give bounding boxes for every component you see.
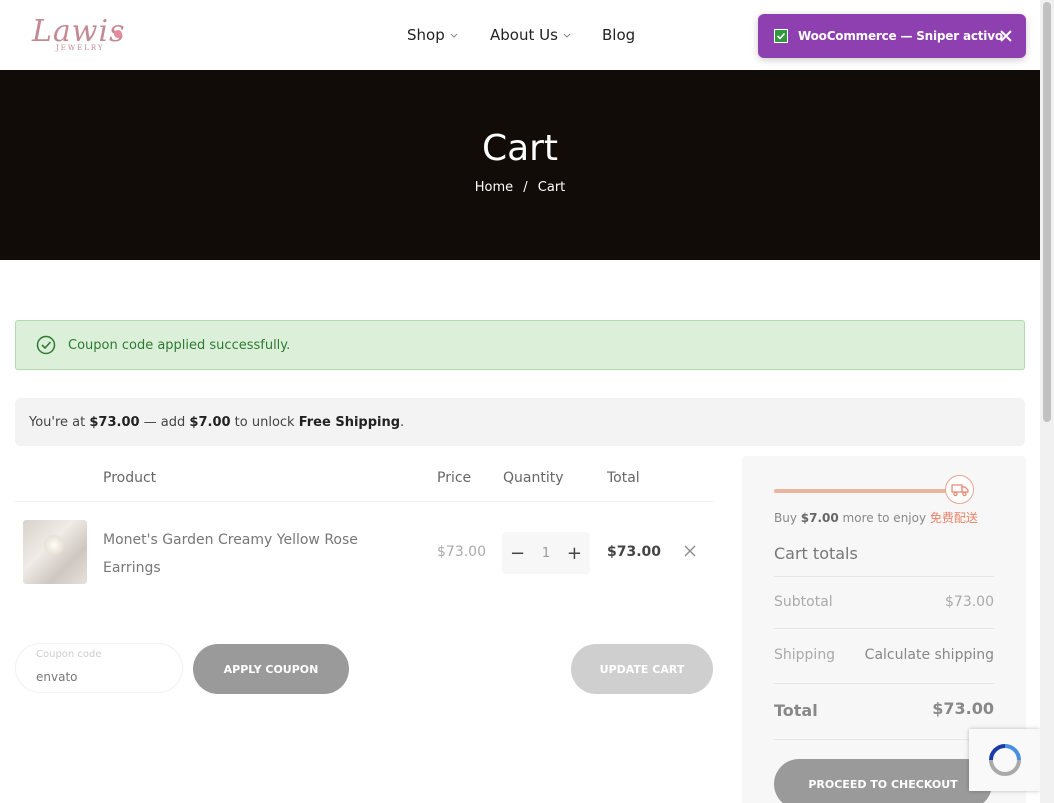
recaptcha-icon xyxy=(988,744,1021,776)
nav-item-blog[interactable]: Blog xyxy=(602,26,635,44)
free-shipping-bar: You're at $73.00 — add $7.00 to unlock F… xyxy=(15,398,1025,446)
coupon-placeholder: Coupon code xyxy=(36,649,102,660)
page-hero: Cart Home / Cart xyxy=(0,70,1040,260)
product-name-link[interactable]: Monet's Garden Creamy Yellow Rose Earrin… xyxy=(103,526,393,582)
subtotal-value: $73.00 xyxy=(945,594,994,610)
shipping-label: Shipping xyxy=(774,647,836,663)
buy-more-middle: more to enjoy xyxy=(838,511,930,525)
buy-more-prefix: Buy xyxy=(774,511,801,525)
logo-flower-icon xyxy=(114,30,122,38)
total-label: Total xyxy=(774,701,818,720)
column-header-price: Price xyxy=(437,470,472,486)
subtotal-label: Subtotal xyxy=(774,594,833,610)
free-shipping-label: 免费配送 xyxy=(929,511,978,525)
nav-item-shop[interactable]: Shop xyxy=(407,26,459,44)
cart-current-amount: $73.00 xyxy=(89,414,140,430)
free-shipping-suffix: to unlock xyxy=(230,414,299,430)
free-shipping-end: . xyxy=(400,414,405,430)
plugin-toast: WooCommerce — Sniper activo xyxy=(758,14,1026,58)
checkbox-checked-icon xyxy=(774,29,788,43)
coupon-value[interactable]: envato xyxy=(36,670,78,684)
notice-text: Coupon code applied successfully. xyxy=(68,337,291,353)
close-icon[interactable] xyxy=(998,28,1014,44)
nav-item-about-us[interactable]: About Us xyxy=(490,26,572,44)
divider xyxy=(774,683,994,684)
free-shipping-middle: — add xyxy=(139,414,190,430)
buy-more-text: Buy $7.00 more to enjoy 免费配送 xyxy=(774,509,978,526)
quantity-stepper[interactable]: − 1 + xyxy=(502,532,590,574)
breadcrumb: Home / Cart xyxy=(0,180,1040,195)
recaptcha-badge[interactable] xyxy=(969,729,1040,791)
column-header-quantity: Quantity xyxy=(503,470,564,486)
page-scrollbar[interactable] xyxy=(1040,0,1054,803)
divider xyxy=(774,628,994,629)
quantity-value[interactable]: 1 xyxy=(542,546,550,561)
free-shipping-prefix: You're at xyxy=(29,414,90,430)
buy-more-amount: $7.00 xyxy=(800,511,839,525)
nav-item-label: Shop xyxy=(407,26,445,44)
delivery-truck-icon xyxy=(945,475,974,504)
page-title: Cart xyxy=(481,128,559,169)
breadcrumb-current: Cart xyxy=(537,180,566,195)
site-logo[interactable]: Lawis JEWELRY xyxy=(32,14,127,56)
chevron-down-icon xyxy=(563,33,571,38)
line-total: $73.00 xyxy=(607,544,662,560)
divider xyxy=(15,501,713,502)
check-circle-icon xyxy=(36,335,56,355)
column-header-product: Product xyxy=(103,470,157,486)
chevron-down-icon xyxy=(450,33,458,38)
divider xyxy=(774,576,994,577)
breadcrumb-separator: / xyxy=(523,180,528,195)
cart-totals-title: Cart totals xyxy=(774,544,858,563)
minus-icon[interactable]: − xyxy=(510,543,525,564)
remaining-amount: $7.00 xyxy=(189,414,231,430)
remove-item-icon[interactable] xyxy=(684,545,696,557)
total-value: $73.00 xyxy=(932,699,994,718)
plus-icon[interactable]: + xyxy=(567,543,582,564)
update-cart-button[interactable]: Update cart xyxy=(571,644,713,694)
success-notice: Coupon code applied successfully. xyxy=(15,320,1025,370)
coupon-input[interactable]: Coupon code envato xyxy=(15,643,183,693)
apply-coupon-button[interactable]: Apply coupon xyxy=(193,644,349,694)
calculate-shipping-link[interactable]: Calculate shipping xyxy=(865,647,994,663)
breadcrumb-home-link[interactable]: Home xyxy=(475,180,513,195)
free-shipping-goal: Free Shipping xyxy=(298,414,401,430)
proceed-to-checkout-button[interactable]: Proceed to checkout xyxy=(774,759,992,803)
logo-subtext: JEWELRY xyxy=(56,44,105,52)
product-price: $73.00 xyxy=(437,544,486,560)
divider xyxy=(774,739,994,740)
nav-item-label: Blog xyxy=(602,26,636,44)
free-shipping-progress xyxy=(774,489,946,493)
nav-item-label: About Us xyxy=(490,26,558,44)
product-thumbnail[interactable] xyxy=(23,520,87,584)
column-header-total: Total xyxy=(607,470,640,486)
toast-text: WooCommerce — Sniper activo xyxy=(798,29,1003,43)
scrollbar-thumb[interactable] xyxy=(1043,2,1051,422)
